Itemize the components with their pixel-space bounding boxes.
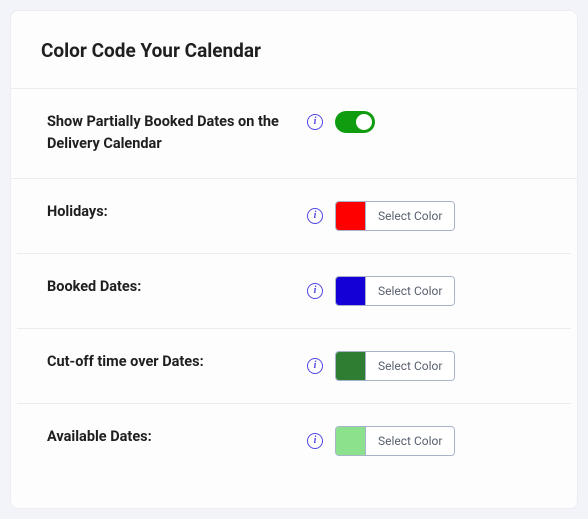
row-available: Available Dates: Select Color bbox=[17, 404, 571, 478]
toggle-show-partial[interactable] bbox=[335, 111, 375, 133]
picker-label: Select Color bbox=[366, 277, 454, 305]
controls-booked: Select Color bbox=[307, 276, 455, 306]
info-icon[interactable] bbox=[307, 114, 323, 130]
swatch-booked bbox=[336, 277, 366, 305]
row-booked: Booked Dates: Select Color bbox=[17, 254, 571, 329]
info-icon[interactable] bbox=[307, 433, 323, 449]
controls-available: Select Color bbox=[307, 426, 455, 456]
page-title: Color Code Your Calendar bbox=[41, 39, 547, 62]
swatch-holidays bbox=[336, 202, 366, 230]
controls-show-partial bbox=[307, 111, 375, 133]
label-show-partial: Show Partially Booked Dates on the Deliv… bbox=[47, 111, 307, 156]
controls-holidays: Select Color bbox=[307, 201, 455, 231]
color-picker-booked[interactable]: Select Color bbox=[335, 276, 455, 306]
label-holidays: Holidays: bbox=[47, 201, 307, 223]
swatch-cutoff bbox=[336, 352, 366, 380]
label-available: Available Dates: bbox=[47, 426, 307, 448]
picker-label: Select Color bbox=[366, 427, 454, 455]
row-show-partial: Show Partially Booked Dates on the Deliv… bbox=[11, 89, 577, 179]
info-icon[interactable] bbox=[307, 358, 323, 374]
swatch-available bbox=[336, 427, 366, 455]
controls-cutoff: Select Color bbox=[307, 351, 455, 381]
card-header: Color Code Your Calendar bbox=[11, 11, 577, 89]
info-icon[interactable] bbox=[307, 283, 323, 299]
label-cutoff: Cut-off time over Dates: bbox=[47, 351, 307, 373]
color-picker-available[interactable]: Select Color bbox=[335, 426, 455, 456]
row-holidays: Holidays: Select Color bbox=[17, 179, 571, 254]
label-booked: Booked Dates: bbox=[47, 276, 307, 298]
color-picker-cutoff[interactable]: Select Color bbox=[335, 351, 455, 381]
info-icon[interactable] bbox=[307, 208, 323, 224]
row-cutoff: Cut-off time over Dates: Select Color bbox=[17, 329, 571, 404]
picker-label: Select Color bbox=[366, 352, 454, 380]
settings-card: Color Code Your Calendar Show Partially … bbox=[10, 10, 578, 509]
picker-label: Select Color bbox=[366, 202, 454, 230]
color-picker-holidays[interactable]: Select Color bbox=[335, 201, 455, 231]
